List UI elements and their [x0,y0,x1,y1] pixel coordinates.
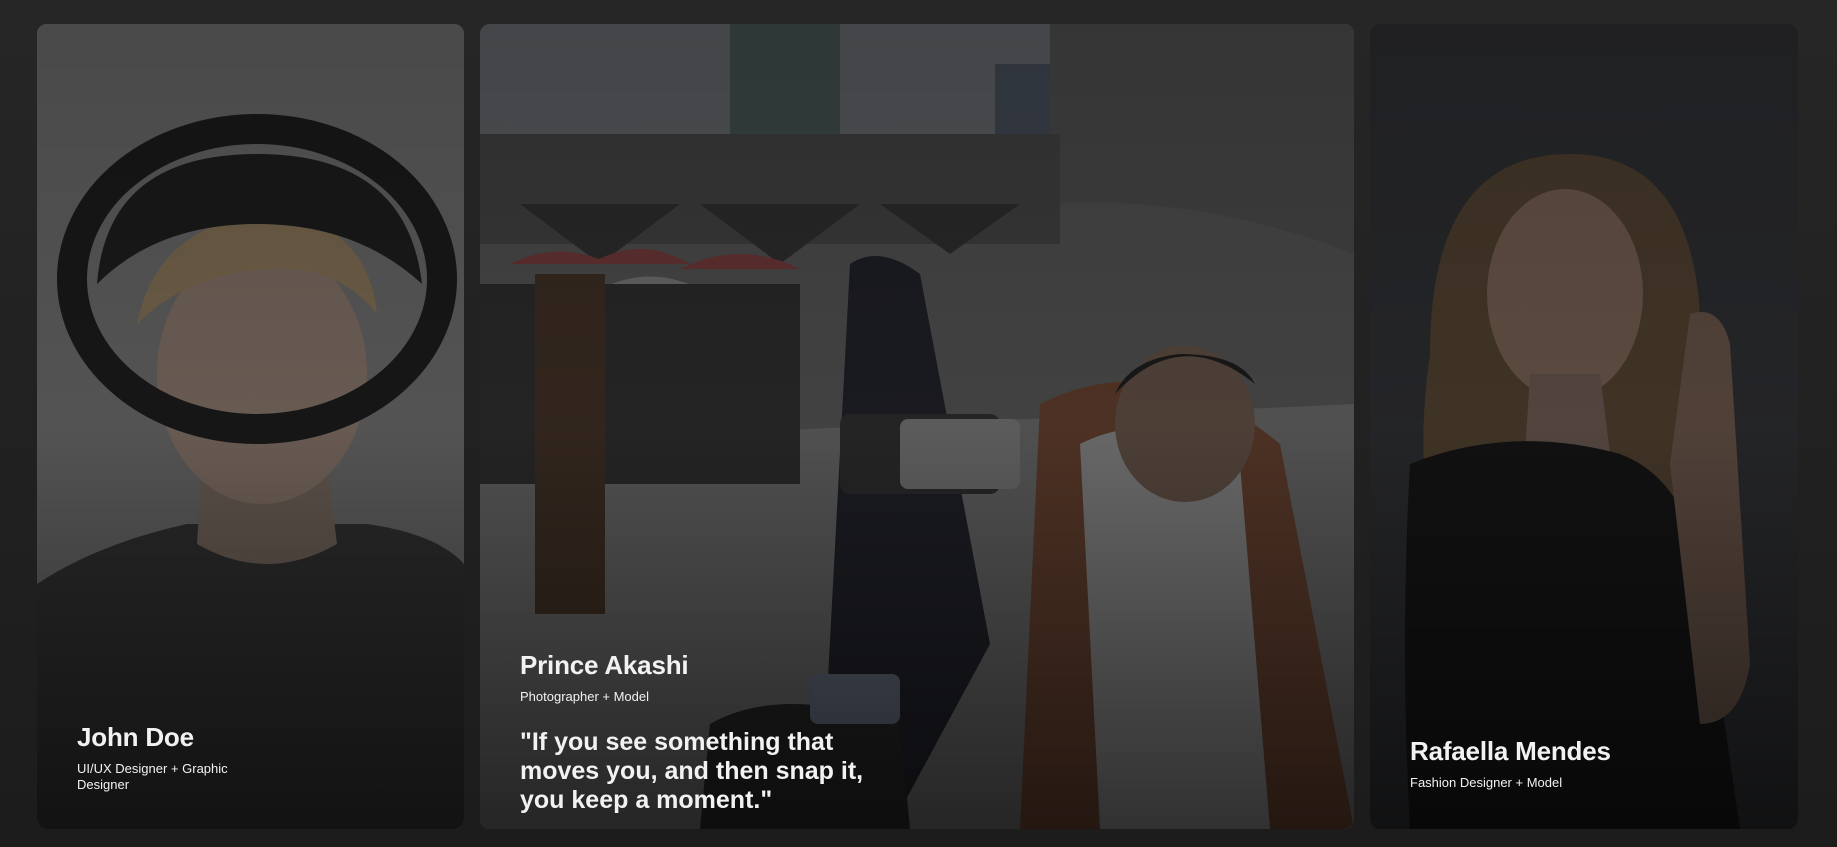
profile-role: Fashion Designer + Model [1410,775,1563,790]
card-caption: Rafaella Mendes Fashion Designer + Model [1410,736,1611,791]
profile-gallery: John Doe UI/UX Designer + Graphic Design… [0,0,1837,847]
profile-role: UI/UX Designer + Graphic Designer [77,761,228,792]
photo-overlay [1370,24,1798,829]
photo-overlay [37,24,464,829]
profile-card-prince-akashi[interactable]: Prince Akashi Photographer + Model "If y… [480,24,1354,829]
profile-card-rafaella-mendes[interactable]: Rafaella Mendes Fashion Designer + Model [1370,24,1798,829]
profile-role: Photographer + Model [520,689,650,704]
card-caption: Prince Akashi Photographer + Model "If y… [520,650,880,815]
profile-name: John Doe [77,722,194,752]
profile-name: Prince Akashi [520,650,689,680]
profile-quote: "If you see something that moves you, an… [520,728,864,814]
profile-name: Rafaella Mendes [1410,736,1611,766]
profile-card-john-doe[interactable]: John Doe UI/UX Designer + Graphic Design… [37,24,464,829]
card-caption: John Doe UI/UX Designer + Graphic Design… [77,722,247,793]
